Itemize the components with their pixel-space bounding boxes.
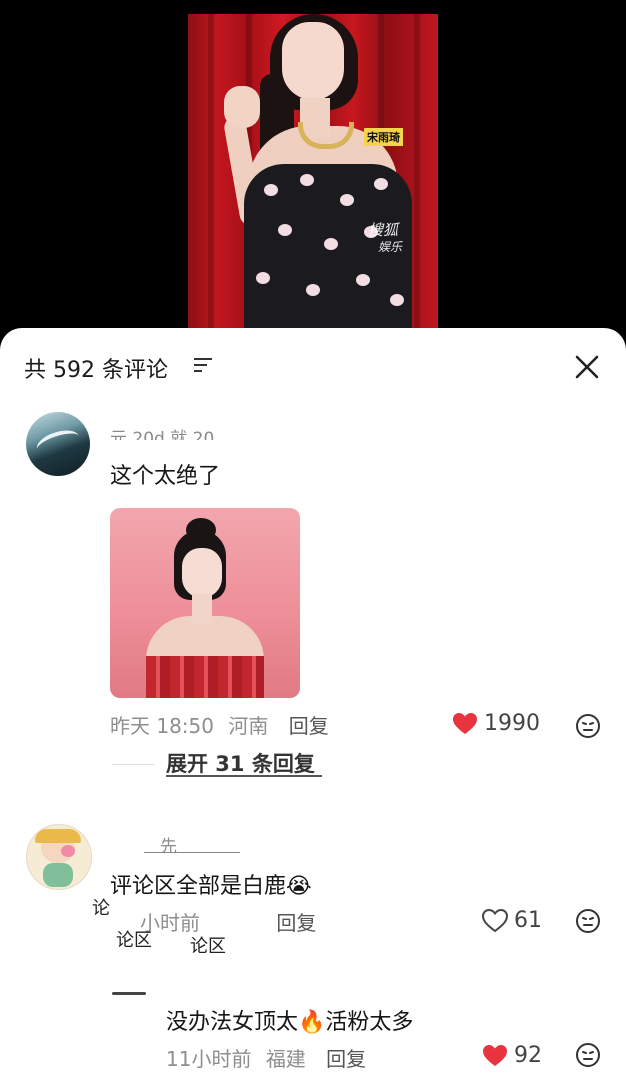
comment-text: 没办法女顶太🔥活粉太多 xyxy=(166,1010,414,1035)
comment-sheet: 共 592 条评论 元 20d 就 20 这个太绝了 昨天 18:50 河南 回… xyxy=(0,328,626,1080)
reply-button[interactable]: 回复 xyxy=(326,1047,366,1071)
like-button[interactable]: 61 xyxy=(482,908,542,933)
comment-username[interactable]: 先 xyxy=(160,832,177,852)
like-button[interactable]: 1990 xyxy=(452,711,540,736)
crying-emoji-icon: 😭 xyxy=(286,874,312,899)
watermark-logo: 搜狐 娱乐 xyxy=(368,221,403,255)
reply-avatar-edge xyxy=(112,992,146,995)
comment-text: 这个太绝了 xyxy=(110,464,221,489)
comment-text: 评论区全部是白鹿😭 xyxy=(110,874,312,899)
like-count: 1990 xyxy=(484,711,540,736)
comment-time: 11小时前 xyxy=(166,1047,252,1071)
close-icon[interactable] xyxy=(572,352,602,382)
expand-divider xyxy=(112,764,154,765)
comment-meta: 昨天 18:50 河南 回复 xyxy=(110,710,329,739)
like-button[interactable]: 92 xyxy=(482,1043,542,1068)
overlay-text: 论 xyxy=(92,898,110,919)
comment-sheet-header: 共 592 条评论 xyxy=(0,328,626,406)
comment-meta: 小时前 回复 xyxy=(140,907,316,936)
name-tag: 宋雨琦 xyxy=(364,128,403,146)
video-frame[interactable]: 宋雨琦 搜狐 娱乐 xyxy=(188,14,438,340)
dislike-face-icon[interactable] xyxy=(575,1042,601,1068)
comment-location: 福建 xyxy=(265,1047,306,1071)
comment-time: 昨天 18:50 xyxy=(110,714,214,738)
overlay-text: 论区 xyxy=(190,936,226,957)
reply-button[interactable]: 回复 xyxy=(289,714,329,738)
heart-outline-icon xyxy=(482,908,508,932)
avatar[interactable] xyxy=(26,412,90,476)
person-face xyxy=(282,22,344,100)
dislike-face-icon[interactable] xyxy=(575,713,601,739)
dislike-face-icon[interactable] xyxy=(575,908,601,934)
expand-underline xyxy=(166,775,322,777)
comment-meta: 11小时前 福建 回复 xyxy=(166,1043,366,1072)
expand-replies-button[interactable]: 展开 31 条回复 xyxy=(166,748,315,778)
overlay-text: 论区 xyxy=(116,930,152,951)
video-player[interactable]: 宋雨琦 搜狐 娱乐 xyxy=(0,0,626,340)
filter-icon[interactable] xyxy=(193,356,213,374)
reply-button[interactable]: 回复 xyxy=(276,911,316,935)
username-underline xyxy=(144,852,240,853)
comment-count-title: 共 592 条评论 xyxy=(24,358,168,383)
comment-image[interactable] xyxy=(110,508,300,698)
avatar[interactable] xyxy=(26,824,92,890)
heart-filled-icon xyxy=(483,1044,507,1066)
person-hand xyxy=(224,86,260,128)
fire-emoji-icon: 🔥 xyxy=(298,1010,326,1035)
comment-location: 河南 xyxy=(228,714,269,738)
like-count: 61 xyxy=(514,908,542,933)
heart-filled-icon xyxy=(453,712,477,734)
comment-username[interactable]: 元 20d 就 20 xyxy=(110,426,260,440)
like-count: 92 xyxy=(514,1043,542,1068)
